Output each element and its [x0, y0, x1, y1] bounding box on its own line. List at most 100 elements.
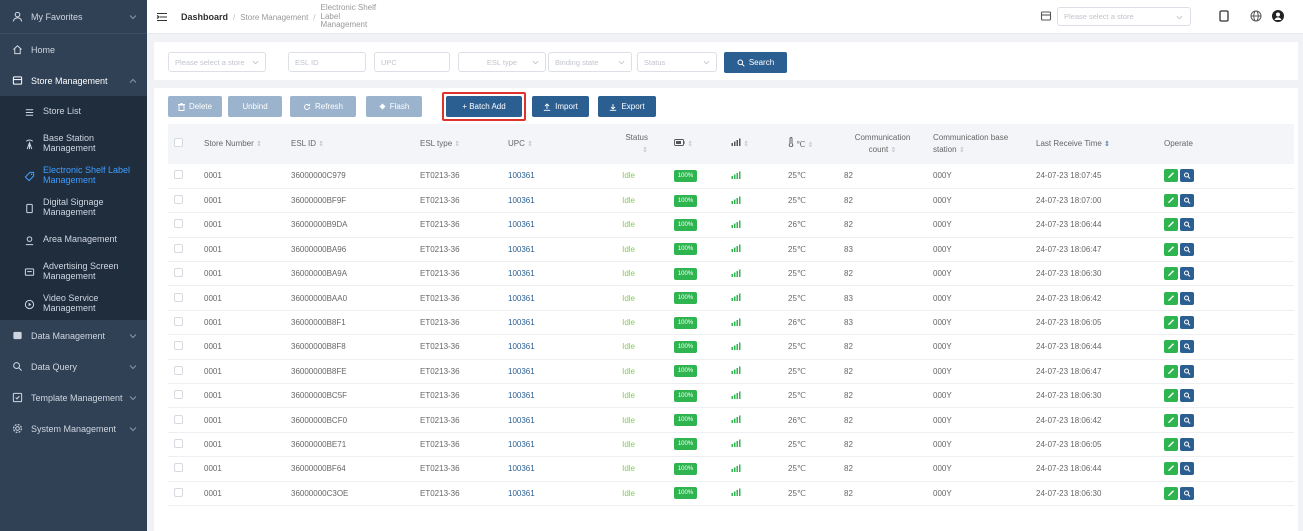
row-checkbox[interactable]	[174, 317, 183, 327]
cell-upc[interactable]: 100361	[502, 407, 613, 433]
row-checkbox[interactable]	[174, 463, 183, 473]
edit-button[interactable]	[1164, 389, 1178, 403]
unbind-button[interactable]: Unbind	[228, 96, 282, 117]
row-checkbox[interactable]	[174, 341, 183, 351]
sidebar-item-data-query[interactable]: Data Query	[0, 351, 147, 382]
row-select-cell[interactable]	[168, 285, 198, 311]
view-button[interactable]	[1180, 267, 1194, 281]
delete-button[interactable]: Delete	[168, 96, 222, 117]
batch-add-button[interactable]: + Batch Add	[446, 96, 522, 117]
sort-icon[interactable]: ⇕	[959, 147, 965, 154]
row-select-cell[interactable]	[168, 456, 198, 482]
sidebar-item-system-management[interactable]: System Management	[0, 413, 147, 444]
flash-button[interactable]: Flash	[366, 96, 422, 117]
cell-upc[interactable]: 100361	[502, 261, 613, 287]
table-row[interactable]: 0001 36000000B8F1 ET0213-36 100361 Idle 100% 2…	[168, 310, 1294, 336]
sort-icon[interactable]: ⇕	[318, 141, 324, 148]
row-checkbox[interactable]	[174, 487, 183, 497]
status-select[interactable]: Status	[637, 52, 717, 72]
view-button[interactable]	[1180, 242, 1194, 256]
sidebar-item-data-management[interactable]: Data Management	[0, 320, 147, 351]
row-select-cell[interactable]	[168, 359, 198, 385]
view-button[interactable]	[1180, 169, 1194, 183]
view-button[interactable]	[1180, 437, 1194, 451]
header-last-receive[interactable]: Last Receive Time ⇕	[1030, 124, 1158, 164]
row-checkbox[interactable]	[174, 243, 183, 253]
edit-button[interactable]	[1164, 364, 1178, 378]
sidebar-item-home[interactable]: Home	[0, 34, 147, 65]
sidebar-item-store-management[interactable]: Store Management	[0, 65, 147, 96]
view-button[interactable]	[1180, 462, 1194, 476]
cell-upc[interactable]: 100361	[502, 383, 613, 409]
row-select-cell[interactable]	[168, 188, 198, 214]
sort-icon[interactable]: ⇕	[687, 141, 693, 148]
row-checkbox[interactable]	[174, 390, 183, 400]
sidebar-item-template-management[interactable]: Template Management	[0, 382, 147, 413]
sort-icon[interactable]: ⇕	[527, 141, 533, 148]
binding-state-select[interactable]: Binding state	[548, 52, 632, 72]
esl-type-select[interactable]: ESL type	[458, 52, 546, 72]
upc-input[interactable]: UPC	[374, 52, 450, 72]
row-select-cell[interactable]	[168, 212, 198, 238]
row-checkbox[interactable]	[174, 292, 183, 302]
cell-upc[interactable]: 100361	[502, 164, 613, 189]
cell-upc[interactable]: 100361	[502, 237, 613, 263]
menu-toggle-icon[interactable]	[156, 11, 168, 23]
table-row[interactable]: 0001 36000000BAA0 ET0213-36 100361 Idle 100% 2…	[168, 285, 1294, 311]
table-row[interactable]: 0001 36000000BCF0 ET0213-36 100361 Idle 100% 2…	[168, 407, 1294, 433]
cell-upc[interactable]: 100361	[502, 212, 613, 238]
row-checkbox[interactable]	[174, 414, 183, 424]
edit-button[interactable]	[1164, 291, 1178, 305]
view-button[interactable]	[1180, 340, 1194, 354]
table-row[interactable]: 0001 36000000C979 ET0213-36 100361 Idle 100% 2…	[168, 164, 1294, 189]
edit-button[interactable]	[1164, 316, 1178, 330]
sort-icon[interactable]: ⇕	[454, 141, 460, 148]
sort-icon[interactable]: ⇕	[642, 147, 648, 154]
sort-icon[interactable]: ⇕	[1104, 141, 1110, 148]
header-comm-base[interactable]: Communication base station ⇕	[927, 124, 1030, 164]
header-esl-id[interactable]: ESL ID ⇕	[285, 124, 414, 164]
cell-upc[interactable]: 100361	[502, 285, 613, 311]
view-button[interactable]	[1180, 486, 1194, 500]
edit-button[interactable]	[1164, 413, 1178, 427]
edit-button[interactable]	[1164, 169, 1178, 183]
table-row[interactable]: 0001 36000000BF64 ET0213-36 100361 Idle 100% 2…	[168, 456, 1294, 482]
table-row[interactable]: 0001 36000000BE71 ET0213-36 100361 Idle 100% 2…	[168, 432, 1294, 458]
row-select-cell[interactable]	[168, 261, 198, 287]
row-select-cell[interactable]	[168, 432, 198, 458]
header-temperature[interactable]: ℃ ⇕	[782, 124, 838, 164]
table-row[interactable]: 0001 36000000B8F8 ET0213-36 100361 Idle 100% 2…	[168, 334, 1294, 360]
sidebar-item-base-station[interactable]: Base Station Management	[0, 128, 147, 160]
header-esl-type[interactable]: ESL type ⇕	[414, 124, 502, 164]
header-battery[interactable]: ⇕	[668, 124, 725, 164]
table-row[interactable]: 0001 36000000B9DA ET0213-36 100361 Idle 100% 2…	[168, 212, 1294, 238]
view-button[interactable]	[1180, 291, 1194, 305]
view-button[interactable]	[1180, 316, 1194, 330]
export-button[interactable]: Export	[598, 96, 656, 117]
sidebar-item-esl-management[interactable]: Electronic Shelf Label Management	[0, 160, 147, 192]
select-all-header[interactable]	[168, 124, 198, 164]
sort-icon[interactable]: ⇕	[256, 141, 262, 148]
user-avatar-icon[interactable]	[1271, 9, 1285, 23]
row-select-cell[interactable]	[168, 310, 198, 336]
sort-icon[interactable]: ⇕	[807, 142, 813, 149]
row-checkbox[interactable]	[174, 438, 183, 448]
cell-upc[interactable]: 100361	[502, 432, 613, 458]
cell-upc[interactable]: 100361	[502, 359, 613, 385]
view-button[interactable]	[1180, 218, 1194, 232]
row-select-cell[interactable]	[168, 383, 198, 409]
edit-button[interactable]	[1164, 267, 1178, 281]
row-select-cell[interactable]	[168, 334, 198, 360]
table-row[interactable]: 0001 36000000B8FE ET0213-36 100361 Idle 100% 2…	[168, 359, 1294, 385]
edit-button[interactable]	[1164, 462, 1178, 476]
row-select-cell[interactable]	[168, 164, 198, 189]
cell-upc[interactable]: 100361	[502, 334, 613, 360]
sidebar-item-favorites[interactable]: My Favorites	[0, 0, 147, 34]
cell-upc[interactable]: 100361	[502, 481, 613, 506]
tablet-icon[interactable]	[1217, 9, 1231, 23]
view-button[interactable]	[1180, 364, 1194, 378]
header-upc[interactable]: UPC ⇕	[502, 124, 613, 164]
row-select-cell[interactable]	[168, 407, 198, 433]
edit-button[interactable]	[1164, 437, 1178, 451]
row-checkbox[interactable]	[174, 365, 183, 375]
